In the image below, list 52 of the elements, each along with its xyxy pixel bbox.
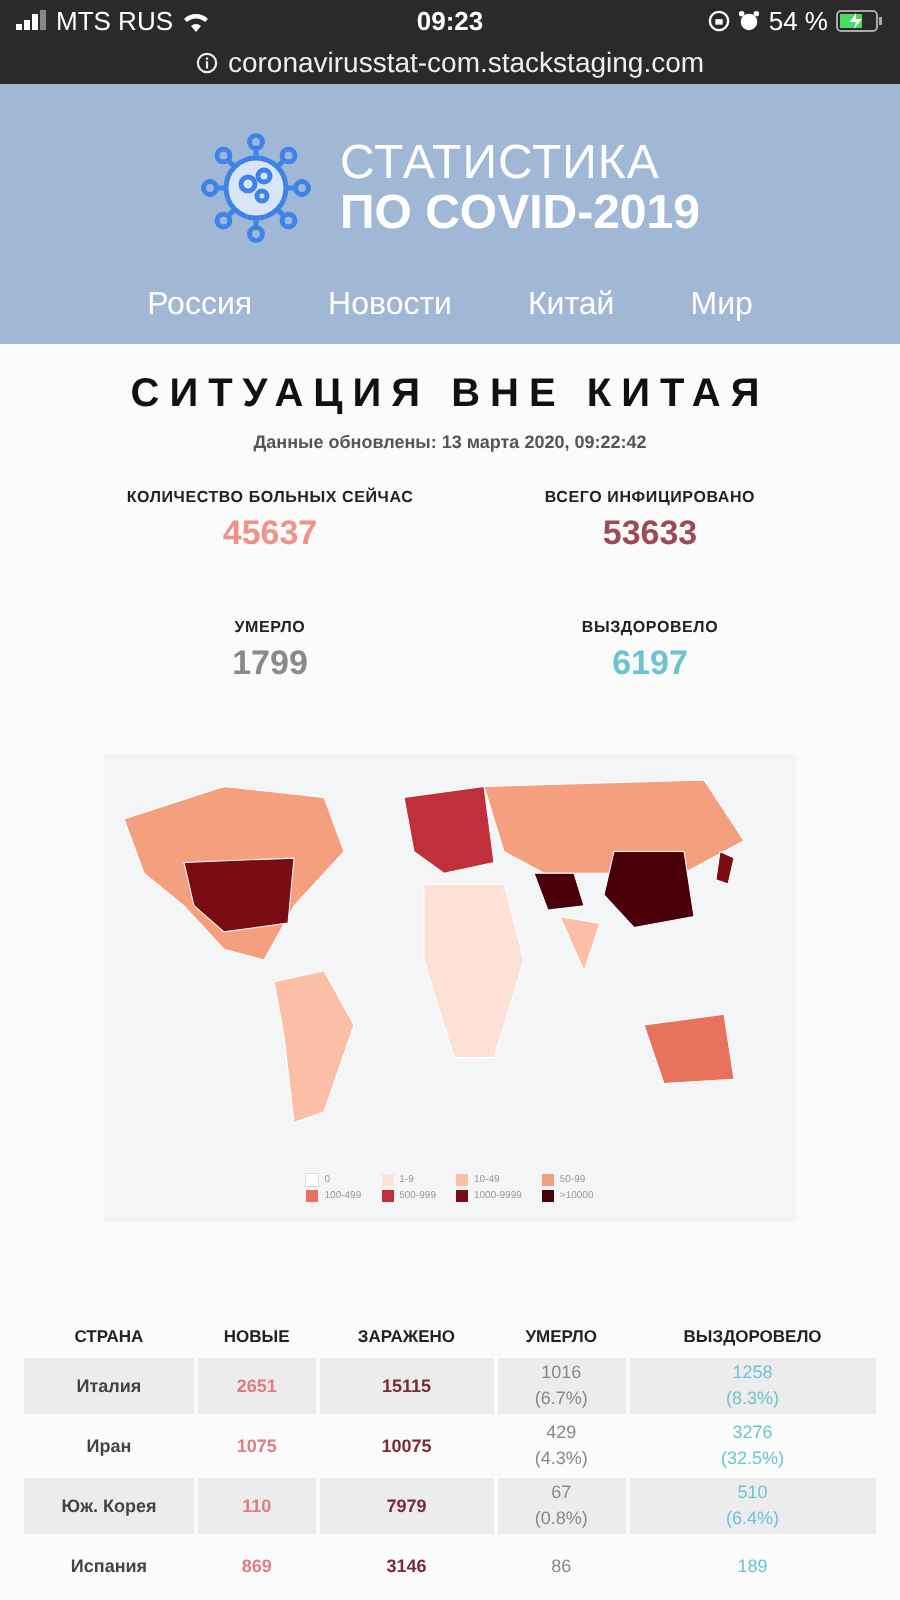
stat-value: 1799 <box>232 644 308 684</box>
column-header: ВЫЗДОРОВЕЛО <box>681 1326 824 1350</box>
site-title: ПО COVID-2019 <box>340 188 700 239</box>
column-header: НОВЫЕ <box>221 1326 292 1350</box>
stat-value: 45637 <box>222 514 318 554</box>
table-cell: 67 (0.8%) <box>497 1478 626 1534</box>
battery-charging-icon <box>836 9 884 31</box>
table-cell-text: 1075 <box>234 1434 279 1460</box>
battery-percent: 54 % <box>768 5 828 35</box>
table-cell-text: 429 (4.3%) <box>532 1420 590 1472</box>
virus-logo-icon <box>200 132 312 244</box>
table-cell: 1258 (8.3%) <box>629 1358 876 1414</box>
table-cell-text: 189 <box>735 1553 770 1580</box>
stat-label: ВЫЗДОРОВЕЛО <box>581 618 719 636</box>
table-cell-text: Испания <box>68 1554 150 1580</box>
column-header: СТРАНА <box>72 1326 146 1350</box>
table-cell: 15115 <box>319 1358 494 1414</box>
carrier-name: MTS RUS <box>56 5 173 35</box>
table-cell-text: 3276 (32.5%) <box>719 1420 787 1472</box>
stat-label: КОЛИЧЕСТВО БОЛЬНЫХ СЕЙЧАС <box>126 488 414 506</box>
column-header: ЗАРАЖЕНО <box>355 1326 458 1350</box>
update-time: Данные обновлены: 13 марта 2020, 09:22:42 <box>251 432 649 452</box>
table-cell-text: Иран <box>84 1434 134 1460</box>
signal-icon <box>16 10 48 30</box>
rotation-lock-icon <box>708 9 731 31</box>
wifi-icon <box>181 9 209 31</box>
table-cell: Италия <box>24 1358 194 1414</box>
table-cell-text: 3146 <box>384 1554 429 1580</box>
nav-link[interactable]: Китай <box>527 288 615 324</box>
table-cell: 510 (6.4%) <box>629 1478 876 1534</box>
nav-link[interactable]: Россия <box>147 288 253 324</box>
table-cell-text: 869 <box>239 1554 274 1580</box>
info-icon[interactable] <box>195 51 218 73</box>
stat-value: 53633 <box>602 514 698 554</box>
url-text[interactable]: coronavirusstat-com.stackstaging.com <box>227 46 705 78</box>
table-cell: 110 <box>197 1478 316 1534</box>
table-cell-text: 86 <box>549 1553 574 1580</box>
site-title: СТАТИСТИКА <box>340 137 662 188</box>
table-cell: 7979 <box>319 1478 494 1534</box>
table-cell-text: 10075 <box>379 1434 434 1460</box>
stat-label: ВСЕГО ИНФИЦИРОВАНО <box>544 488 756 506</box>
table-cell: 1016 (6.7%) <box>497 1358 626 1414</box>
stat-label: УМЕРЛО <box>234 618 306 636</box>
alarm-icon <box>738 9 761 31</box>
nav-link[interactable]: Мир <box>690 288 753 324</box>
stat-value: 6197 <box>612 644 688 684</box>
nav-link[interactable]: Новости <box>328 288 452 324</box>
table-cell: Юж. Корея <box>24 1478 194 1534</box>
clock-time: 09:23 <box>416 5 484 35</box>
page-heading: СИТУАЦИЯ ВНЕ КИТАЯ <box>128 372 772 418</box>
column-header: УМЕРЛО <box>523 1326 599 1350</box>
table-cell: 2651 <box>197 1358 316 1414</box>
